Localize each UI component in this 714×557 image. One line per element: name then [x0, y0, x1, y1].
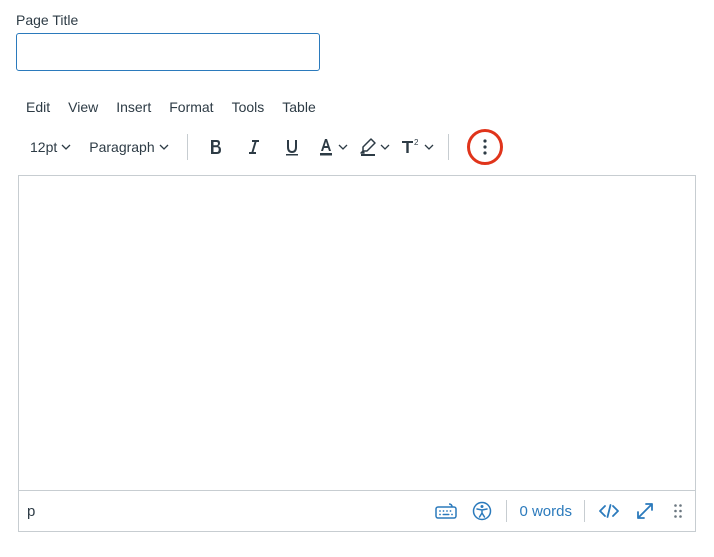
superscript-button[interactable]: 2 [398, 135, 436, 159]
editor-menubar: Edit View Insert Format Tools Table [16, 93, 698, 125]
editor-content-area[interactable] [18, 175, 696, 490]
word-count[interactable]: 0 words [519, 503, 572, 520]
accessibility-icon [472, 501, 492, 521]
underline-icon [283, 138, 301, 156]
menu-edit[interactable]: Edit [26, 99, 50, 115]
chevron-down-icon [61, 142, 71, 152]
highlight-icon [358, 137, 378, 157]
keyboard-icon [435, 503, 457, 519]
code-icon [597, 502, 621, 520]
chevron-down-icon [338, 142, 348, 152]
toolbar-divider [187, 134, 188, 160]
fullscreen-icon [636, 502, 654, 520]
menu-table[interactable]: Table [282, 99, 315, 115]
menu-tools[interactable]: Tools [232, 99, 265, 115]
bold-button[interactable] [200, 131, 232, 163]
menu-format[interactable]: Format [169, 99, 213, 115]
bold-icon [207, 138, 225, 156]
font-size-select[interactable]: 12pt [24, 135, 77, 159]
text-color-icon [316, 137, 336, 157]
chevron-down-icon [424, 142, 434, 152]
underline-button[interactable] [276, 131, 308, 163]
highlight-color-button[interactable] [356, 135, 392, 159]
drag-icon [673, 503, 683, 519]
html-editor-button[interactable] [597, 499, 621, 523]
fullscreen-button[interactable] [633, 499, 657, 523]
font-size-label: 12pt [30, 139, 57, 155]
editor-toolbar: 12pt Paragraph [16, 125, 698, 175]
menu-insert[interactable]: Insert [116, 99, 151, 115]
block-format-select[interactable]: Paragraph [83, 135, 174, 159]
chevron-down-icon [380, 142, 390, 152]
keyboard-shortcuts-button[interactable] [434, 499, 458, 523]
more-options-button[interactable] [467, 129, 503, 165]
statusbar-divider [584, 500, 585, 522]
superscript-icon: 2 [400, 137, 422, 157]
block-format-label: Paragraph [89, 139, 154, 155]
chevron-down-icon [159, 142, 169, 152]
toolbar-divider [448, 134, 449, 160]
svg-text:2: 2 [414, 138, 419, 147]
menu-view[interactable]: View [68, 99, 98, 115]
text-color-button[interactable] [314, 135, 350, 159]
element-path[interactable]: p [27, 503, 35, 520]
editor-statusbar: p 0 words [18, 490, 696, 532]
resize-handle[interactable] [669, 499, 687, 523]
italic-icon [245, 138, 263, 156]
accessibility-checker-button[interactable] [470, 499, 494, 523]
page-title-input[interactable] [16, 33, 320, 71]
page-title-label: Page Title [16, 12, 698, 28]
kebab-icon [483, 139, 487, 155]
statusbar-divider [506, 500, 507, 522]
italic-button[interactable] [238, 131, 270, 163]
